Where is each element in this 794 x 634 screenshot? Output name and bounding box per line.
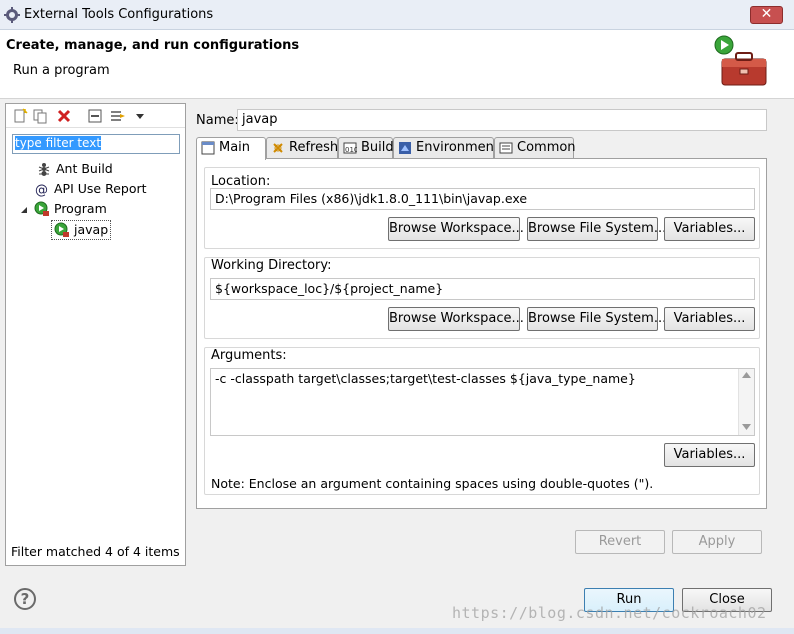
arguments-variables-button[interactable]: Variables...: [664, 443, 755, 467]
window-title: External Tools Configurations: [24, 7, 214, 22]
name-label: Name:: [196, 113, 239, 128]
tree-item-ant-build[interactable]: Ant Build: [36, 160, 113, 180]
svg-text:010: 010: [345, 146, 357, 154]
left-toolbar: [6, 104, 185, 128]
program-icon: [34, 201, 49, 216]
collapse-all-icon[interactable]: [87, 108, 103, 124]
working-directory-group: Working Directory: ${workspace_loc}/${pr…: [204, 257, 760, 339]
tab-environment[interactable]: Environment: [393, 137, 499, 159]
chevron-down-icon[interactable]: [132, 108, 148, 124]
tree-item-api-use-report[interactable]: @ API Use Report: [34, 180, 147, 200]
tree-item-javap[interactable]: javap: [51, 220, 112, 240]
tab-refresh[interactable]: Refresh: [266, 137, 338, 159]
location-field[interactable]: D:\Program Files (x86)\jdk1.8.0_111\bin\…: [210, 188, 755, 210]
title-bar: External Tools Configurations ✕: [0, 0, 794, 30]
location-group: Location: D:\Program Files (x86)\jdk1.8.…: [204, 167, 760, 249]
refresh-icon: [273, 142, 283, 153]
tab-build[interactable]: 010 Build: [338, 137, 394, 159]
bottom-edge: [0, 628, 794, 634]
location-browse-workspace-button[interactable]: Browse Workspace...: [388, 217, 524, 241]
arguments-group: Arguments: -c -classpath target\classes;…: [204, 347, 760, 495]
location-variables-button[interactable]: Variables...: [664, 217, 755, 241]
ant-icon: [38, 162, 50, 176]
tab-strip: Main Refresh 010 Build Environment Common: [196, 137, 767, 160]
common-icon: [499, 142, 513, 153]
header-subtitle: Run a program: [13, 63, 110, 78]
api-report-icon: @: [35, 183, 48, 197]
eclipse-gear-icon: [4, 7, 20, 23]
main-tab-panel: Location: D:\Program Files (x86)\jdk1.8.…: [196, 158, 767, 509]
workdir-browse-file-system-button[interactable]: Browse File System...: [527, 307, 666, 331]
duplicate-icon[interactable]: [32, 108, 48, 124]
workdir-variables-button[interactable]: Variables...: [664, 307, 755, 331]
revert-button[interactable]: Revert: [575, 530, 665, 554]
header-title: Create, manage, and run configurations: [6, 38, 300, 53]
dialog-header: Create, manage, and run configurations R…: [0, 30, 794, 99]
arguments-note: Note: Enclose an argument containing spa…: [211, 476, 654, 491]
help-icon[interactable]: ?: [14, 588, 36, 610]
filter-status: Filter matched 4 of 4 items: [11, 544, 180, 559]
arguments-label: Arguments:: [211, 348, 287, 363]
build-icon: 010: [343, 142, 357, 154]
expand-twisty-icon[interactable]: [19, 205, 29, 215]
name-input[interactable]: javap: [237, 109, 767, 131]
apply-button[interactable]: Apply: [672, 530, 762, 554]
working-directory-field[interactable]: ${workspace_loc}/${project_name}: [210, 278, 755, 300]
tree-item-program[interactable]: Program: [34, 200, 107, 220]
arguments-textarea[interactable]: -c -classpath target\classes;target\test…: [210, 368, 755, 436]
environment-icon: [399, 141, 411, 154]
svg-text:@: @: [35, 183, 48, 197]
scroll-down-icon[interactable]: [742, 424, 751, 431]
scroll-up-icon[interactable]: [742, 372, 751, 379]
toolbox-run-icon: [714, 35, 767, 86]
arguments-scrollbar[interactable]: [738, 369, 754, 435]
filter-input[interactable]: type filter text: [12, 134, 180, 154]
main-tab-icon: [201, 141, 215, 154]
tab-main[interactable]: Main: [196, 137, 266, 160]
window-close-button[interactable]: ✕: [750, 6, 783, 24]
workdir-browse-workspace-button[interactable]: Browse Workspace...: [388, 307, 524, 331]
location-browse-file-system-button[interactable]: Browse File System...: [527, 217, 666, 241]
tab-common[interactable]: Common: [494, 137, 576, 159]
delete-icon[interactable]: [56, 108, 72, 124]
working-directory-label: Working Directory:: [211, 258, 332, 273]
watermark: https://blog.csdn.net/cockroach02: [452, 604, 767, 622]
filter-icon[interactable]: [110, 108, 126, 124]
configuration-list-pane: type filter text Ant Build @ API Use Rep…: [5, 103, 186, 566]
location-label: Location:: [211, 174, 271, 189]
new-configuration-icon[interactable]: [12, 108, 28, 124]
program-config-icon: [54, 222, 69, 237]
arguments-text: -c -classpath target\classes;target\test…: [215, 371, 636, 386]
